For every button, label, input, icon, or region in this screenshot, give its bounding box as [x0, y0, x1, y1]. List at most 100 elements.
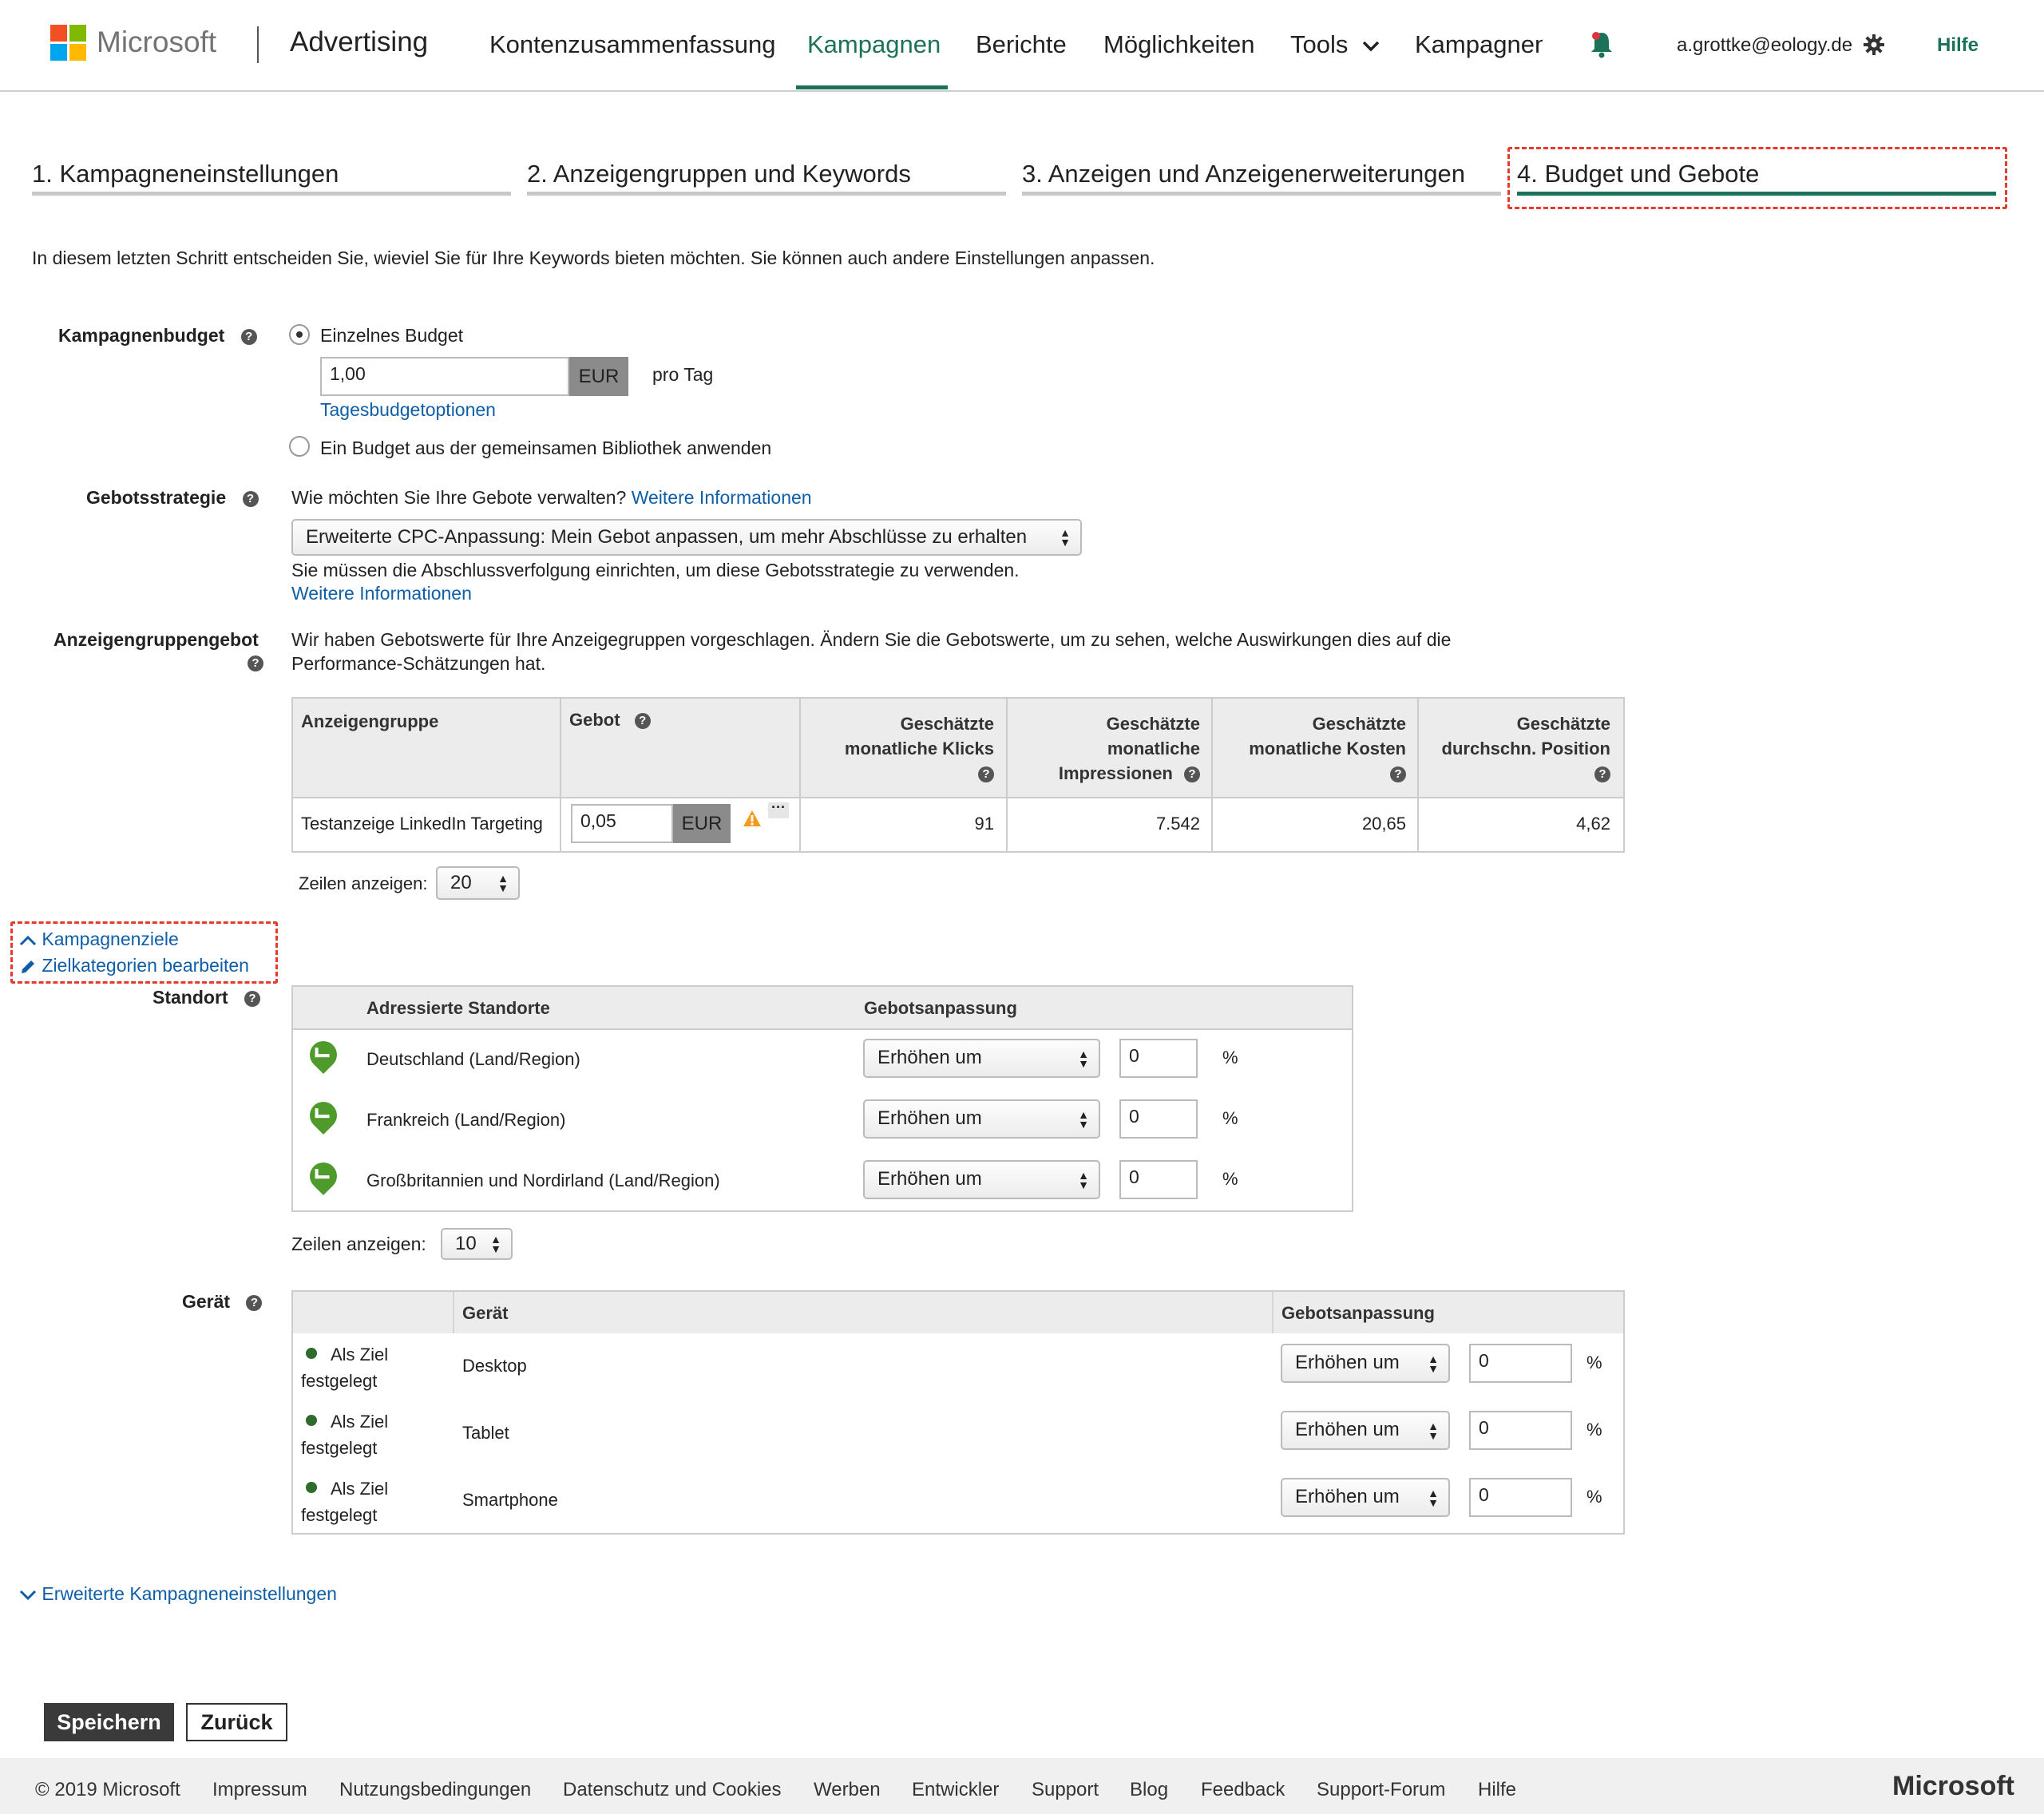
- budget-label: Kampagnenbudget ?: [58, 325, 257, 347]
- adgroup-rows-label: Zeilen anzeigen:: [299, 873, 428, 893]
- footer-link-feedback[interactable]: Feedback: [1201, 1779, 1285, 1801]
- bid-strategy-more-info-link[interactable]: Weitere Informationen: [632, 487, 812, 508]
- location-adjust-mode-select[interactable]: Erhöhen um ▲ ▼: [863, 1160, 1100, 1199]
- col-header-location-adjust[interactable]: Gebotsanpassung: [864, 998, 1017, 1019]
- help-icon[interactable]: ?: [244, 990, 260, 1007]
- budget-single-radio[interactable]: [289, 324, 310, 345]
- col-header-device[interactable]: Gerät: [462, 1303, 508, 1324]
- col-header-device-adjust[interactable]: Gebotsanpassung: [1281, 1303, 1435, 1324]
- select-arrows-icon: ▲ ▼: [1078, 1047, 1089, 1070]
- budget-library-radio[interactable]: [289, 436, 310, 457]
- help-icon[interactable]: ?: [1390, 766, 1406, 783]
- footer-copyright: © 2019 Microsoft: [35, 1779, 180, 1800]
- footer-link-developers[interactable]: Entwickler: [912, 1779, 999, 1801]
- help-icon[interactable]: ?: [240, 328, 257, 345]
- table-divider: [1417, 699, 1419, 851]
- location-adjust-mode-select[interactable]: Erhöhen um ▲ ▼: [863, 1099, 1100, 1139]
- device-adjust-mode-select[interactable]: Erhöhen um ▲ ▼: [1281, 1478, 1450, 1517]
- step-3-bar: [1022, 192, 1501, 196]
- footer-link-support[interactable]: Support: [1032, 1779, 1099, 1801]
- device-adjust-unit: %: [1586, 1487, 1602, 1507]
- step-3-ads-extensions[interactable]: 3. Anzeigen und Anzeigenerweiterungen: [1022, 160, 1465, 188]
- edit-target-categories-link[interactable]: Zielkategorien bearbeiten: [19, 955, 249, 976]
- nav-moeglichkeiten[interactable]: Möglichkeiten: [1103, 30, 1255, 59]
- footer-link-support-forum[interactable]: Support-Forum: [1317, 1779, 1445, 1801]
- device-adjust-mode-select[interactable]: Erhöhen um ▲ ▼: [1281, 1411, 1450, 1450]
- footer-brand: Microsoft: [1892, 1771, 2014, 1801]
- help-icon[interactable]: ?: [246, 1294, 263, 1311]
- logo-square-yellow: [69, 44, 86, 61]
- location-adjust-mode-select[interactable]: Erhöhen um ▲ ▼: [863, 1039, 1100, 1078]
- campaign-targets-toggle[interactable]: Kampagnenziele: [19, 929, 179, 950]
- device-adjust-mode: Erhöhen um: [1295, 1352, 1400, 1373]
- footer-link-help[interactable]: Hilfe: [1478, 1779, 1516, 1801]
- logo-square-blue: [50, 44, 67, 61]
- location-adjust-value-input[interactable]: 0: [1119, 1039, 1198, 1078]
- bid-strategy-more-info-link-2[interactable]: Weitere Informationen: [291, 583, 472, 604]
- step-1-campaign-settings[interactable]: 1. Kampagneneinstellungen: [32, 160, 339, 188]
- location-adjust-value-input[interactable]: 0: [1119, 1160, 1198, 1199]
- adgroup-bid-desc-1: Wir haben Gebotswerte für Ihre Anzeigegr…: [291, 629, 1452, 650]
- notification-bell-icon[interactable]: [1589, 30, 1614, 58]
- col-header-position-line-1: Geschätzte: [1516, 714, 1610, 734]
- col-header-locations[interactable]: Adressierte Standorte: [366, 998, 550, 1019]
- col-header-cost[interactable]: Geschätzte monatliche Kosten ?: [1218, 711, 1406, 786]
- help-icon[interactable]: ?: [248, 655, 263, 671]
- table-divider: [293, 1028, 1352, 1030]
- nav-tools[interactable]: Tools: [1290, 30, 1380, 59]
- nav-active-indicator: [796, 85, 948, 89]
- nav-kontenzusammenfassung[interactable]: Kontenzusammenfassung: [489, 30, 775, 59]
- microsoft-logo[interactable]: [50, 25, 87, 61]
- location-rows-select[interactable]: 10 ▲ ▼: [441, 1228, 513, 1260]
- save-button[interactable]: Speichern: [44, 1703, 174, 1741]
- col-header-bid[interactable]: Gebot ?: [569, 710, 651, 731]
- col-header-clicks[interactable]: Geschätzte monatliche Klicks ?: [804, 711, 994, 786]
- nav-tools-label: Tools: [1290, 30, 1349, 58]
- nav-kampagnen-2[interactable]: Kampagnen: [1415, 30, 1543, 59]
- adgroup-bid-input[interactable]: 0,05: [571, 804, 673, 843]
- footer-link-blog[interactable]: Blog: [1130, 1779, 1168, 1801]
- footer-link-terms[interactable]: Nutzungsbedingungen: [339, 1779, 531, 1801]
- location-adjust-value-input[interactable]: 0: [1119, 1099, 1198, 1139]
- product-name: Advertising: [290, 26, 429, 57]
- footer-link-impressum[interactable]: Impressum: [212, 1779, 307, 1801]
- device-adjust-unit: %: [1586, 1420, 1602, 1440]
- more-options-icon[interactable]: ···: [768, 800, 789, 818]
- device-adjust-value-input[interactable]: 0: [1469, 1411, 1572, 1450]
- help-icon[interactable]: ?: [634, 713, 651, 730]
- warning-icon[interactable]: [743, 810, 762, 827]
- adgroup-rows-select[interactable]: 20 ▲ ▼: [436, 866, 520, 900]
- adgroup-bid-desc-2: Performance-Schätzungen hat.: [291, 653, 546, 674]
- footer-link-advertise[interactable]: Werben: [814, 1779, 881, 1801]
- footer-link-privacy[interactable]: Datenschutz und Cookies: [563, 1779, 782, 1801]
- advanced-settings-toggle[interactable]: Erweiterte Kampagneneinstellungen: [19, 1583, 337, 1605]
- help-icon[interactable]: ?: [242, 490, 259, 507]
- nav-kampagnen[interactable]: Kampagnen: [807, 30, 941, 59]
- gear-icon[interactable]: [1863, 34, 1885, 56]
- location-adjust-mode: Erhöhen um: [877, 1047, 982, 1068]
- bid-strategy-select[interactable]: Erweiterte CPC-Anpassung: Mein Gebot anp…: [291, 519, 1082, 556]
- device-row-status: Als Ziel festgelegt: [301, 1475, 388, 1528]
- device-adjust-value-input[interactable]: 0: [1469, 1344, 1572, 1383]
- device-adjust-value-input[interactable]: 0: [1469, 1478, 1572, 1517]
- device-adjust-mode-select[interactable]: Erhöhen um ▲ ▼: [1281, 1344, 1450, 1383]
- col-header-cost-line-2: monatliche Kosten: [1249, 739, 1406, 758]
- back-button[interactable]: Zurück: [186, 1703, 287, 1741]
- help-icon[interactable]: ?: [1594, 766, 1610, 783]
- help-icon[interactable]: ?: [1184, 766, 1200, 783]
- col-header-adgroup[interactable]: Anzeigengruppe: [301, 711, 438, 732]
- adgroup-row-name: Testanzeige LinkedIn Targeting: [301, 814, 543, 834]
- nav-berichte[interactable]: Berichte: [976, 30, 1067, 59]
- budget-amount-input[interactable]: 1,00: [320, 357, 569, 396]
- user-email[interactable]: a.grottke@eology.de: [1677, 34, 1852, 57]
- top-header: Microsoft Advertising Kontenzusammenfass…: [0, 0, 2044, 92]
- table-divider: [560, 699, 561, 851]
- step-2-adgroups-keywords[interactable]: 2. Anzeigengruppen und Keywords: [527, 160, 911, 188]
- budget-library-label: Ein Budget aus der gemeinsamen Bibliothe…: [320, 438, 772, 458]
- help-icon[interactable]: ?: [978, 766, 994, 783]
- col-header-impressions[interactable]: Geschätzte monatliche Impressionen ?: [1012, 711, 1200, 786]
- help-link[interactable]: Hilfe: [1937, 34, 1979, 57]
- col-header-position[interactable]: Geschätzte durchschn. Position ?: [1422, 711, 1610, 786]
- daily-budget-options-link[interactable]: Tagesbudgetoptionen: [320, 399, 496, 421]
- location-adjust-mode: Erhöhen um: [877, 1168, 982, 1190]
